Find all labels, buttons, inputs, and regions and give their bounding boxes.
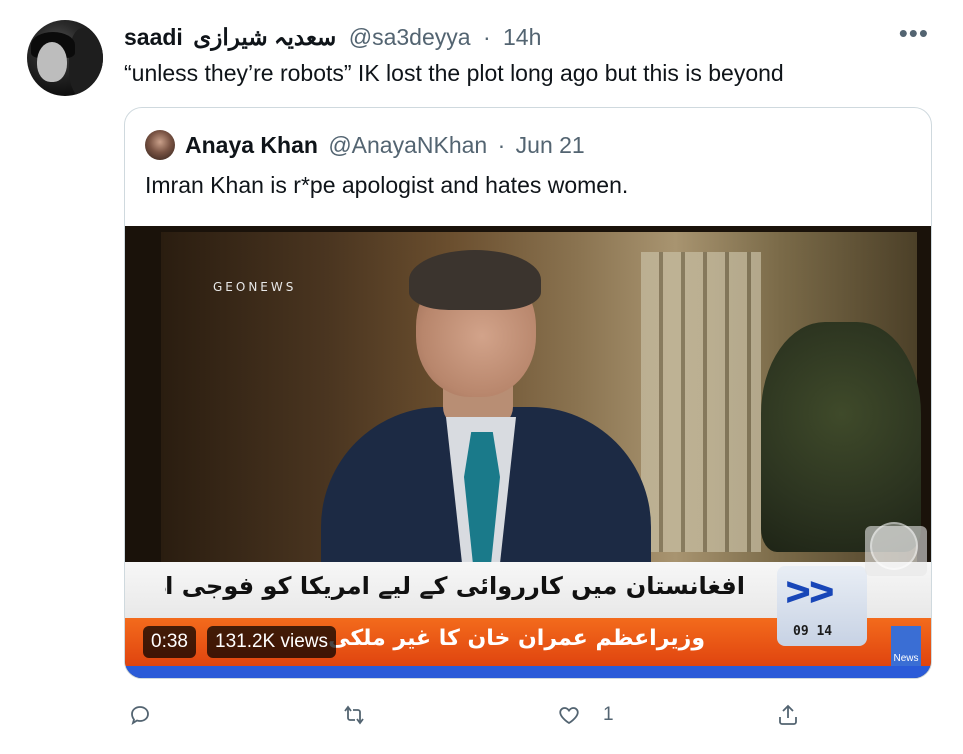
channel-logo-mark: ᐳᐳ (785, 576, 835, 611)
person-hair (409, 250, 541, 310)
channel-watermark: GEONEWS (213, 280, 297, 294)
quoted-author-handle[interactable]: @AnayaNKhan (328, 132, 487, 158)
news-badge-label: News (893, 653, 919, 664)
heart-icon (559, 707, 579, 725)
avatar-face (37, 42, 67, 82)
share-icon (779, 704, 797, 725)
author-avatar[interactable] (27, 20, 103, 96)
news-badge: News (891, 626, 921, 666)
like-count: 1 (603, 704, 614, 725)
quoted-author-name[interactable]: Anaya Khan (185, 132, 318, 158)
video-control-handle[interactable] (870, 522, 918, 570)
background-window (641, 252, 761, 552)
reply-icon (131, 706, 149, 726)
like-button[interactable]: 1 (557, 700, 614, 730)
author-handle[interactable]: @sa3deyya (349, 24, 471, 50)
ticker-text-bottom: وزیراعظم عمران خان کا غیر ملکی ٹی وی کو (325, 626, 705, 651)
author-name-urdu[interactable]: سعدیہ شیرازی (193, 24, 336, 50)
video-player[interactable]: GEONEWS افغانستان میں کارروائی کے لیے ام… (125, 226, 931, 678)
quoted-author-avatar[interactable] (145, 130, 175, 160)
video-duration: 0:38 (143, 626, 196, 658)
broadcast-time: 09 14 (793, 624, 833, 639)
video-views: 131.2K views (207, 626, 337, 658)
reply-button[interactable] (128, 700, 152, 730)
ticker-text-top: افغانستان میں کارروائی کے لیے امریکا کو … (165, 572, 745, 600)
video-frame: GEONEWS (161, 232, 921, 582)
tweet-text: “unless they’re robots” IK lost the plot… (124, 60, 784, 86)
quoted-tweet[interactable]: Anaya Khan @AnayaNKhan · Jun 21 Imran Kh… (124, 107, 932, 679)
background-plant (761, 322, 921, 552)
quoted-tweet-text: Imran Khan is r*pe apologist and hates w… (145, 172, 629, 198)
channel-logo: ᐳᐳ 09 14 (777, 566, 867, 646)
quoted-tweet-date[interactable]: Jun 21 (516, 132, 585, 158)
separator-dot: · (482, 24, 491, 50)
avatar-figure-right (69, 28, 103, 96)
author-name[interactable]: saadi (124, 24, 183, 50)
share-button[interactable] (776, 700, 800, 730)
quoted-tweet-header: Anaya Khan @AnayaNKhan · Jun 21 (185, 130, 585, 160)
ticker-bottom-bar (125, 666, 931, 678)
retweet-button[interactable] (342, 700, 366, 730)
tweet-actions: 1 (124, 700, 904, 730)
separator-dot: · (497, 132, 506, 158)
tweet-time[interactable]: 14h (503, 24, 541, 50)
tweet-header: saadi سعدیہ شیرازی @sa3deyya · 14h (124, 22, 541, 52)
more-horizontal-icon[interactable]: ••• (899, 20, 929, 46)
retweet-icon (344, 705, 364, 725)
